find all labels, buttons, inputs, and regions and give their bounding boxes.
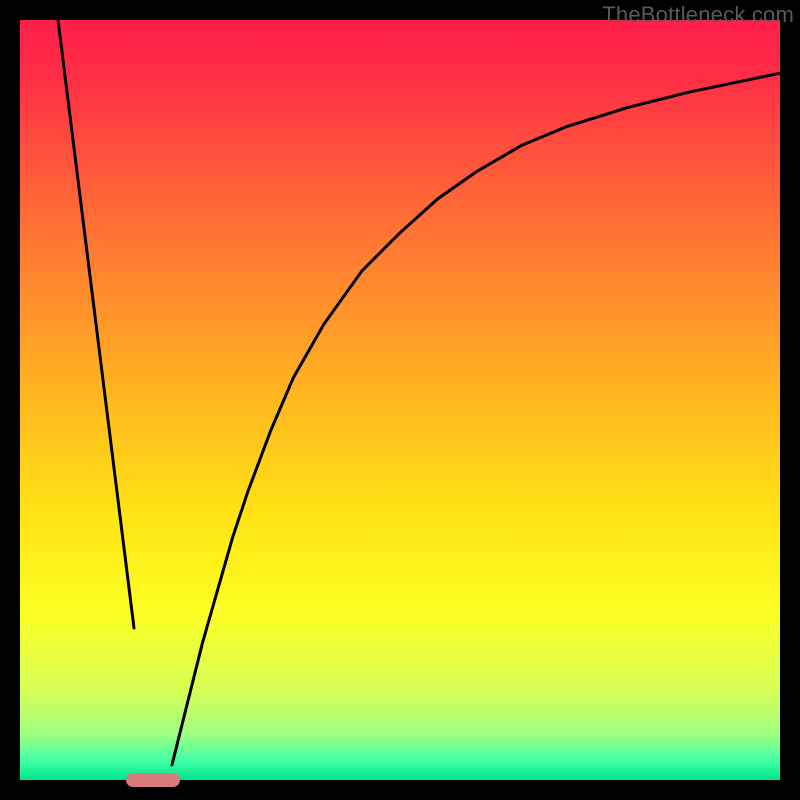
plot-area (20, 20, 780, 780)
curve-layer (20, 20, 780, 780)
chart-frame: TheBottleneck.com (0, 0, 800, 800)
curve-left-segment (58, 20, 134, 628)
watermark-text: TheBottleneck.com (602, 2, 794, 28)
optimal-marker (126, 773, 179, 787)
curve-right-segment (172, 73, 780, 765)
